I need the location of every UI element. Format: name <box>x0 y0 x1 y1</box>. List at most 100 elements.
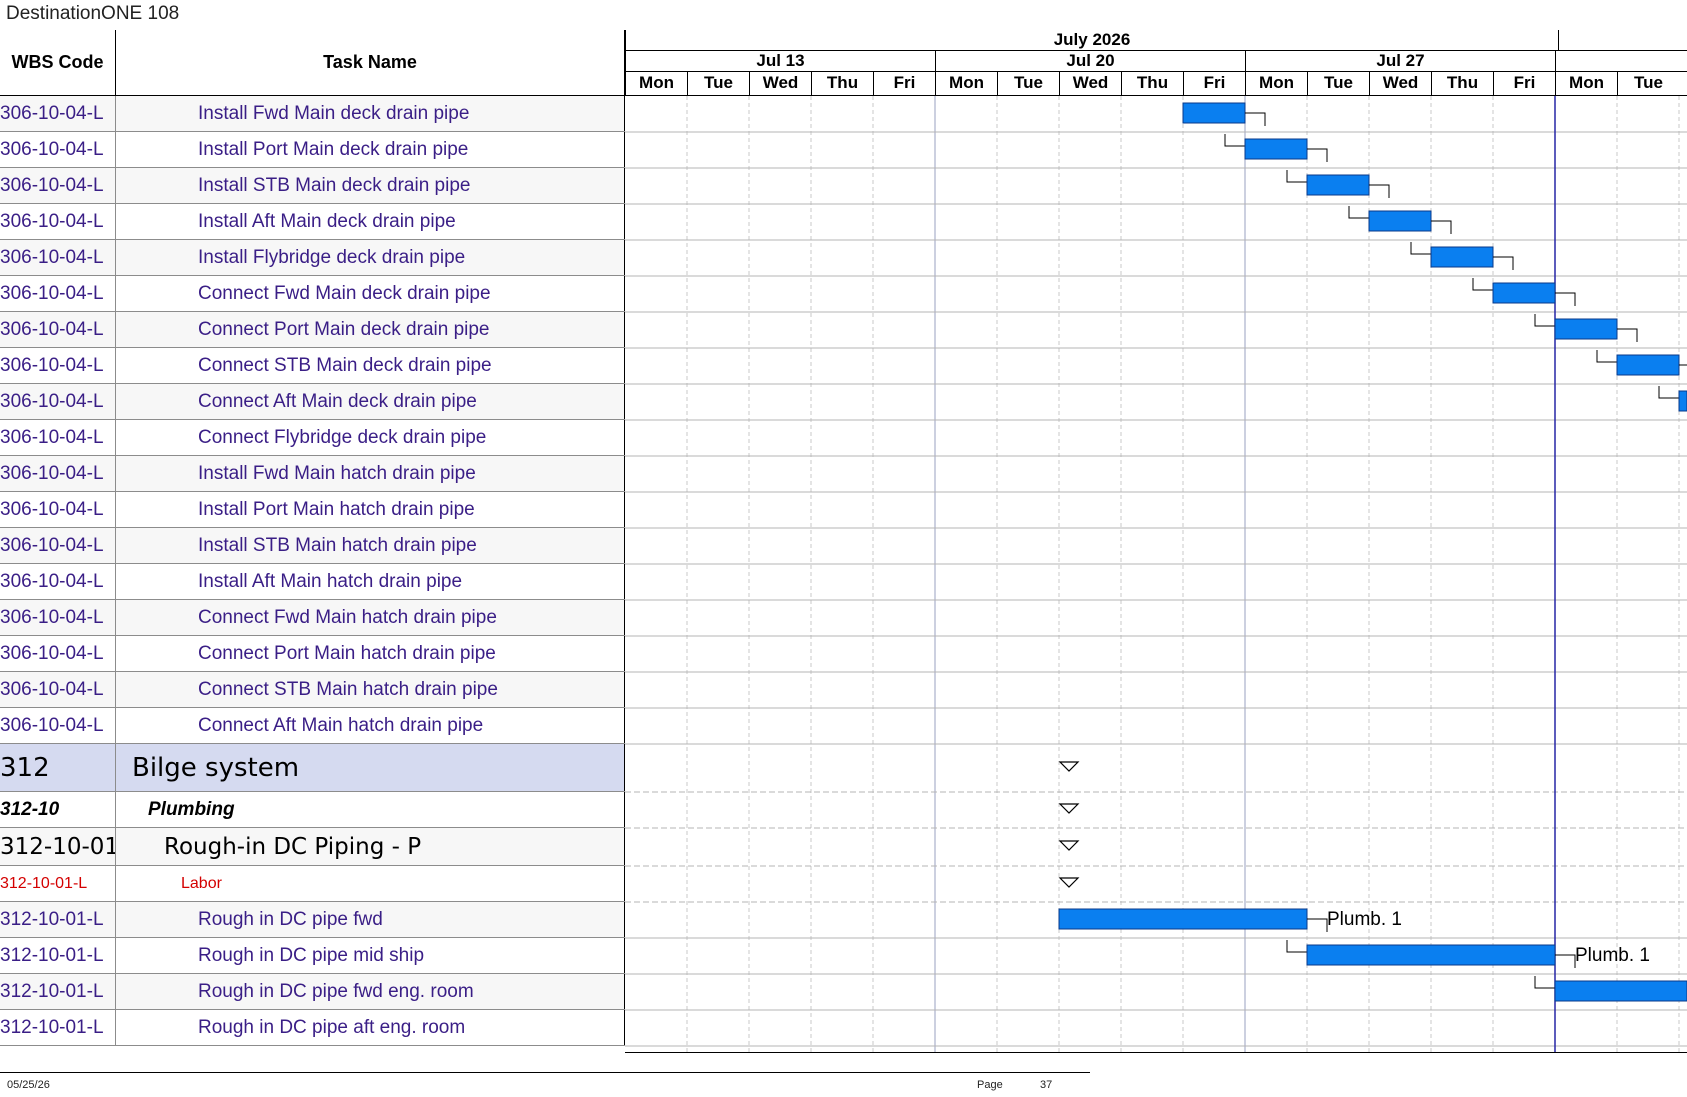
wbs-code: 306-10-04-L <box>0 420 116 455</box>
table-row[interactable]: 306-10-04-L Connect STB Main hatch drain … <box>0 672 625 708</box>
dependency-link <box>1555 292 1576 306</box>
task-bar <box>1306 944 1556 966</box>
task-bar <box>1306 174 1370 196</box>
table-row[interactable]: 312-10-01-L Labor <box>0 866 625 902</box>
table-row[interactable]: 306-10-04-L Connect Aft Main hatch drain … <box>0 708 625 744</box>
wbs-code: 306-10-04-L <box>0 708 116 743</box>
table-row[interactable]: 306-10-04-L Connect Port Main deck drain … <box>0 312 625 348</box>
task-name: Connect STB Main deck drain pipe <box>116 348 625 383</box>
dependency-link <box>1658 386 1679 399</box>
dependency-link <box>1617 328 1638 342</box>
month-header: July 2026 <box>625 30 1558 50</box>
wbs-code: 312-10-01-L <box>0 974 116 1009</box>
task-bar <box>1430 246 1494 268</box>
week-header: Jul 20 <box>935 50 1245 71</box>
dependency-link <box>1307 918 1328 932</box>
table-row[interactable]: 312 Bilge system <box>0 744 625 792</box>
wbs-code: 306-10-04-L <box>0 96 116 131</box>
timescale-header: July 2026 Jul 13 Jul 20 Jul 27 Mon Tue Wed Thu F… <box>625 30 1687 96</box>
wbs-code: 306-10-04-L <box>0 276 116 311</box>
summary-marker-icon <box>1058 761 1080 772</box>
day-header: Tue <box>687 71 749 95</box>
task-name: Rough in DC pipe aft eng. room <box>116 1010 625 1045</box>
table-row[interactable]: 306-10-04-L Install STB Main deck drain p… <box>0 168 625 204</box>
task-bar <box>1492 282 1556 304</box>
day-header: Wed <box>749 71 811 95</box>
table-row[interactable]: 306-10-04-L Install STB Main hatch drain … <box>0 528 625 564</box>
task-name: Rough-in DC Piping - P <box>116 828 625 865</box>
dependency-link <box>1286 940 1307 953</box>
table-row[interactable]: 306-10-04-L Connect Port Main hatch drain… <box>0 636 625 672</box>
table-row[interactable]: 306-10-04-L Connect Flybridge deck drain … <box>0 420 625 456</box>
day-header: Fri <box>1493 71 1555 95</box>
week-header-next <box>1555 50 1687 71</box>
table-row[interactable]: 312-10-01-L Rough in DC pipe fwd <box>0 902 625 938</box>
day-header: Tue <box>1307 71 1369 95</box>
day-header: Mon <box>1245 71 1307 95</box>
table-row[interactable]: 306-10-04-L Install Flybridge deck drain … <box>0 240 625 276</box>
wbs-column-header[interactable]: WBS Code <box>0 30 116 96</box>
day-header: Thu <box>1121 71 1183 95</box>
table-row[interactable]: 312-10-01-L Rough in DC pipe aft eng. roo… <box>0 1010 625 1046</box>
task-name-column-header[interactable]: Task Name <box>116 30 625 96</box>
wbs-code: 306-10-04-L <box>0 672 116 707</box>
dependency-link <box>1534 314 1555 327</box>
wbs-code: 306-10-04-L <box>0 492 116 527</box>
table-row[interactable]: 306-10-04-L Install Port Main deck drain … <box>0 132 625 168</box>
wbs-code: 312-10-01-L <box>0 902 116 937</box>
wbs-code: 306-10-04-L <box>0 348 116 383</box>
table-row[interactable]: 306-10-04-L Connect Fwd Main deck drain p… <box>0 276 625 312</box>
wbs-code: 306-10-04-L <box>0 456 116 491</box>
table-row[interactable]: 306-10-04-L Install Aft Main hatch drain … <box>0 564 625 600</box>
task-name: Connect Aft Main hatch drain pipe <box>116 708 625 743</box>
task-name: Bilge system <box>116 744 625 791</box>
summary-marker-icon <box>1058 803 1080 814</box>
week-header: Jul 27 <box>1245 50 1555 71</box>
table-row[interactable]: 306-10-04-L Install Aft Main deck drain p… <box>0 204 625 240</box>
task-bar <box>1058 908 1308 930</box>
task-name: Connect Fwd Main hatch drain pipe <box>116 600 625 635</box>
week-header: Jul 13 <box>625 50 935 71</box>
day-header: Tue <box>1617 71 1679 95</box>
day-header: Thu <box>1431 71 1493 95</box>
day-header: Fri <box>1183 71 1245 95</box>
task-bar <box>1554 318 1618 340</box>
table-row[interactable]: 306-10-04-L Install Fwd Main deck drain p… <box>0 96 625 132</box>
dependency-link <box>1369 184 1390 198</box>
dependency-link <box>1493 256 1514 270</box>
dependency-link <box>1286 170 1307 183</box>
task-name: Install Fwd Main hatch drain pipe <box>116 456 625 491</box>
wbs-code: 306-10-04-L <box>0 312 116 347</box>
dependency-link <box>1224 134 1245 147</box>
table-row[interactable]: 312-10-01-L Rough in DC pipe mid ship <box>0 938 625 974</box>
summary-marker-icon <box>1058 877 1080 888</box>
table-row[interactable]: 312-10 Plumbing <box>0 792 625 828</box>
task-name: Rough in DC pipe fwd eng. room <box>116 974 625 1009</box>
gantt-timeline: Plumb. 1 Plumb. 1 <box>625 96 1687 1052</box>
table-row[interactable]: 312-10-01 Rough-in DC Piping - P <box>0 828 625 866</box>
footer-page-label: Page <box>977 1079 1003 1091</box>
header-divider <box>625 71 1687 72</box>
dependency-link <box>1679 364 1687 366</box>
table-row[interactable]: 306-10-04-L Connect STB Main deck drain p… <box>0 348 625 384</box>
task-name: Connect Port Main deck drain pipe <box>116 312 625 347</box>
wbs-code: 306-10-04-L <box>0 240 116 275</box>
summary-marker-icon <box>1058 840 1080 851</box>
dependency-link <box>1596 350 1617 363</box>
task-name: Connect STB Main hatch drain pipe <box>116 672 625 707</box>
wbs-code: 312-10-01 <box>0 828 116 865</box>
wbs-code: 312-10-01-L <box>0 938 116 973</box>
wbs-code: 312-10-01-L <box>0 1010 116 1045</box>
table-row[interactable]: 306-10-04-L Connect Fwd Main hatch drain … <box>0 600 625 636</box>
footer-page-number: 37 <box>1040 1079 1053 1091</box>
task-name: Connect Flybridge deck drain pipe <box>116 420 625 455</box>
wbs-code: 306-10-04-L <box>0 600 116 635</box>
table-row[interactable]: 312-10-01-L Rough in DC pipe fwd eng. roo… <box>0 974 625 1010</box>
table-row[interactable]: 306-10-04-L Install Fwd Main hatch drain … <box>0 456 625 492</box>
table-row[interactable]: 306-10-04-L Install Port Main hatch drain… <box>0 492 625 528</box>
table-row[interactable]: 306-10-04-L Connect Aft Main deck drain p… <box>0 384 625 420</box>
dependency-link <box>1555 954 1576 968</box>
wbs-code: 306-10-04-L <box>0 384 116 419</box>
wbs-code: 306-10-04-L <box>0 636 116 671</box>
day-header: Tue <box>997 71 1059 95</box>
